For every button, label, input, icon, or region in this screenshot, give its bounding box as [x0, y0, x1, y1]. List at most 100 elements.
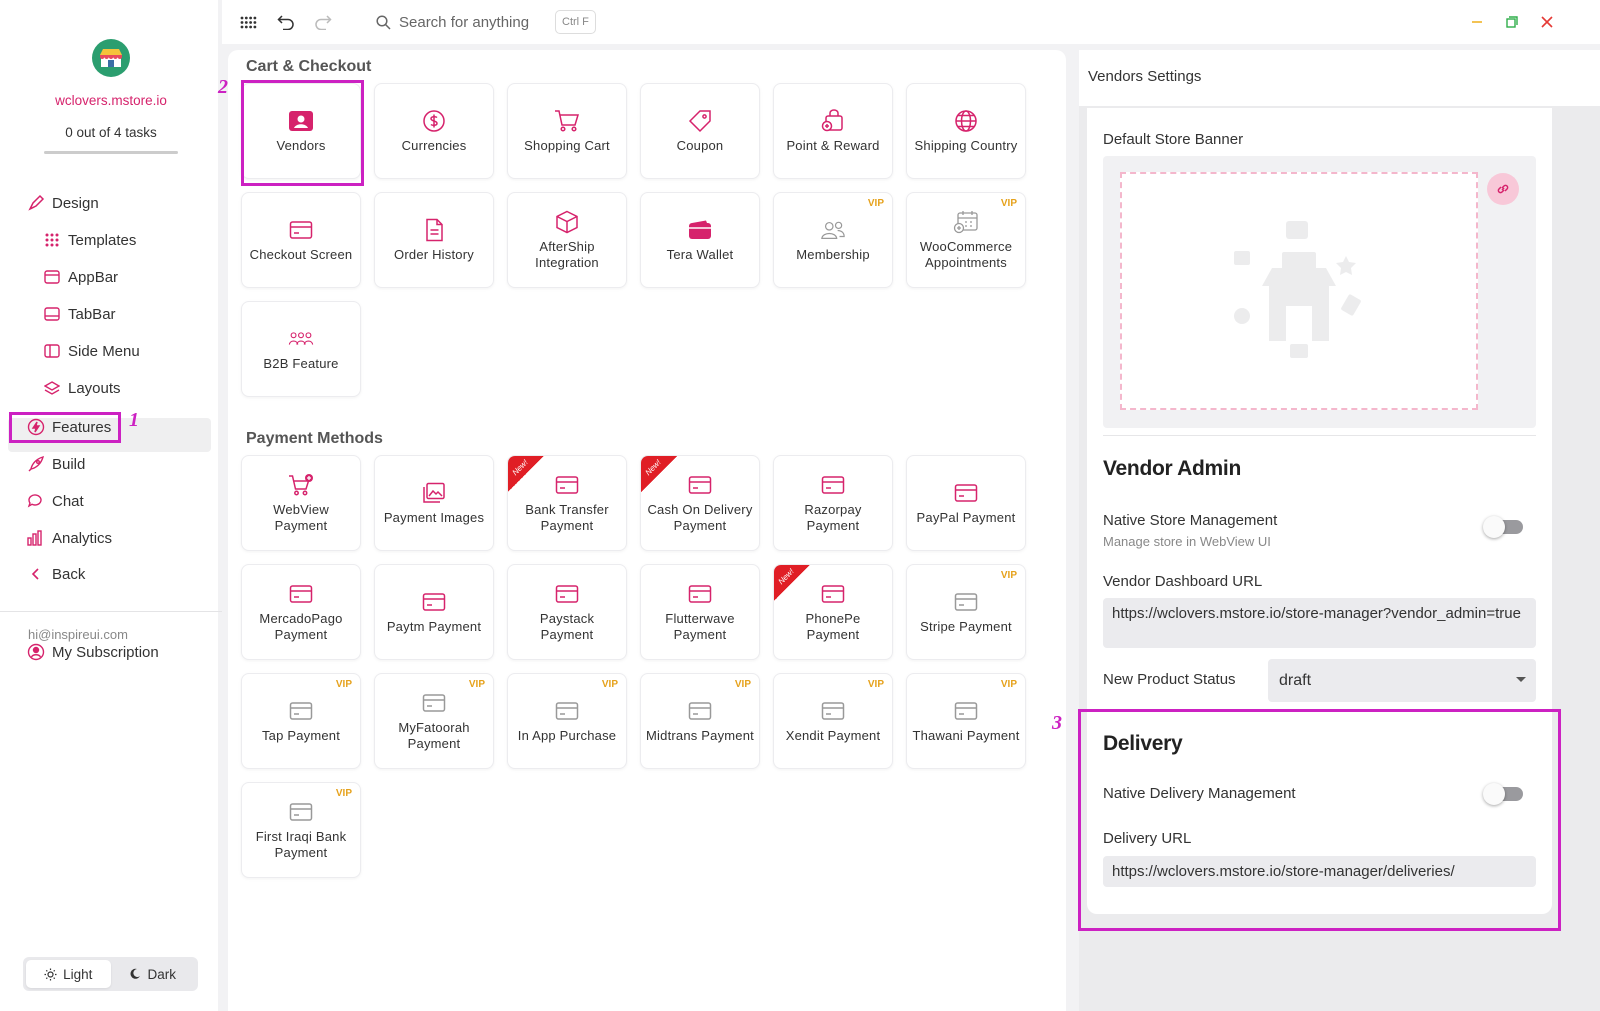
- feature-card-label: First Iraqi Bank Payment: [255, 829, 347, 860]
- feature-card-xendit-payment[interactable]: VIP Xendit Payment: [773, 673, 893, 769]
- feature-card-payment-images[interactable]: Payment Images: [374, 455, 494, 551]
- feature-card-woocommerce-appointments[interactable]: VIP WooCommerce Appointments: [906, 192, 1026, 288]
- nav-layouts[interactable]: Layouts: [42, 374, 121, 402]
- feature-card-currencies[interactable]: Currencies: [374, 83, 494, 179]
- feature-card-b2b-feature[interactable]: B2B Feature: [241, 301, 361, 397]
- feature-card-tap-payment[interactable]: VIP Tap Payment: [241, 673, 361, 769]
- feature-card-paypal-payment[interactable]: PayPal Payment: [906, 455, 1026, 551]
- chat-icon: [26, 491, 46, 511]
- card-icon: [421, 589, 447, 615]
- feature-card-thawani-payment[interactable]: VIP Thawani Payment: [906, 673, 1026, 769]
- feature-card-paystack-payment[interactable]: Paystack Payment: [507, 564, 627, 660]
- feature-card-webview-payment[interactable]: WebView Payment: [241, 455, 361, 551]
- feature-card-point-reward[interactable]: Point & Reward: [773, 83, 893, 179]
- new-product-status-select[interactable]: draft: [1268, 659, 1536, 702]
- nav-side-menu[interactable]: Side Menu: [42, 337, 140, 365]
- vendor-dashboard-url-field[interactable]: https://wclovers.mstore.io/store-manager…: [1103, 598, 1536, 648]
- redo-button[interactable]: [312, 11, 334, 33]
- feature-card-mercadopago-payment[interactable]: MercadoPago Payment: [241, 564, 361, 660]
- feature-card-membership[interactable]: VIP Membership: [773, 192, 893, 288]
- card-icon: [953, 480, 979, 506]
- vip-badge: VIP: [468, 679, 485, 690]
- feature-card-tera-wallet[interactable]: Tera Wallet: [640, 192, 760, 288]
- feature-card-bank-transfer-payment[interactable]: New! Bank Transfer Payment: [507, 455, 627, 551]
- redo-icon: [315, 15, 332, 30]
- card-icon: [288, 581, 314, 607]
- native-delivery-management-toggle[interactable]: [1483, 783, 1523, 805]
- native-store-management-label: Native Store Management: [1103, 512, 1278, 529]
- feature-card-shipping-country[interactable]: Shipping Country: [906, 83, 1026, 179]
- feature-card-shopping-cart[interactable]: Shopping Cart: [507, 83, 627, 179]
- delivery-url-field[interactable]: https://wclovers.mstore.io/store-manager…: [1103, 856, 1536, 887]
- tag-icon: [687, 108, 713, 134]
- card-icon: [421, 690, 447, 716]
- banner-link-button[interactable]: [1487, 173, 1519, 205]
- feature-card-label: B2B Feature: [263, 356, 339, 371]
- feature-card-label: Point & Reward: [786, 138, 880, 153]
- feature-card-label: PayPal Payment: [916, 510, 1016, 525]
- nav-design[interactable]: Design: [26, 189, 99, 217]
- feature-card-in-app-purchase[interactable]: VIP In App Purchase: [507, 673, 627, 769]
- apps-menu-button[interactable]: [237, 11, 259, 33]
- store-name[interactable]: wclovers.mstore.io: [0, 93, 222, 108]
- currency-icon: [421, 108, 447, 134]
- feature-card-stripe-payment[interactable]: VIP Stripe Payment: [906, 564, 1026, 660]
- banner-upload-area[interactable]: [1120, 172, 1478, 410]
- card-icon: [554, 472, 580, 498]
- nav-tabbar[interactable]: TabBar: [42, 300, 116, 328]
- feature-card-label: Tera Wallet: [666, 247, 734, 262]
- feature-card-vendors[interactable]: Vendors: [241, 83, 361, 179]
- nav-templates[interactable]: Templates: [42, 226, 136, 254]
- theme-light-option[interactable]: Light: [26, 960, 111, 988]
- feature-card-coupon[interactable]: Coupon: [640, 83, 760, 179]
- theme-light-label: Light: [63, 966, 93, 982]
- feature-card-checkout-screen[interactable]: Checkout Screen: [241, 192, 361, 288]
- feature-card-midtrans-payment[interactable]: VIP Midtrans Payment: [640, 673, 760, 769]
- nav-my-subscription[interactable]: My Subscription: [26, 638, 159, 666]
- feature-card-label: Paystack Payment: [539, 611, 595, 642]
- feature-card-label: Stripe Payment: [920, 619, 1012, 634]
- search-shortcut-badge: Ctrl F: [555, 10, 596, 34]
- maximize-button[interactable]: [1501, 11, 1523, 33]
- nav-build[interactable]: Build: [26, 450, 85, 478]
- nav-layouts-label: Layouts: [68, 379, 121, 397]
- images-icon: [421, 480, 447, 506]
- sidebar-divider: [0, 611, 222, 612]
- nav-analytics[interactable]: Analytics: [26, 524, 112, 552]
- rocket-icon: [26, 454, 46, 474]
- annotation-number-3: 3: [1052, 712, 1062, 734]
- nav-appbar[interactable]: AppBar: [42, 263, 118, 291]
- nav-back[interactable]: Back: [26, 560, 85, 588]
- feature-card-flutterwave-payment[interactable]: Flutterwave Payment: [640, 564, 760, 660]
- feature-card-cash-on-delivery-payment[interactable]: New! Cash On Delivery Payment: [640, 455, 760, 551]
- feature-card-phonepe-payment[interactable]: New! PhonePe Payment: [773, 564, 893, 660]
- store-logo: [92, 39, 130, 77]
- undo-icon: [277, 15, 294, 30]
- cart-plus-icon: [288, 472, 314, 498]
- tasks-count[interactable]: 0 out of 4 tasks: [0, 125, 222, 140]
- nav-my-subscription-label: My Subscription: [52, 643, 159, 661]
- feature-card-label: AfterShip Integration: [535, 239, 599, 270]
- card-icon: [687, 581, 713, 607]
- feature-card-label: Payment Images: [383, 510, 485, 525]
- undo-button[interactable]: [275, 11, 297, 33]
- theme-dark-option[interactable]: Dark: [111, 960, 196, 988]
- feature-card-label: Xendit Payment: [785, 728, 881, 743]
- minimize-icon: [1472, 21, 1482, 23]
- feature-card-myfatoorah-payment[interactable]: VIP MyFatoorah Payment: [374, 673, 494, 769]
- feature-card-label: Shipping Country: [914, 138, 1018, 153]
- feature-card-razorpay-payment[interactable]: Razorpay Payment: [773, 455, 893, 551]
- feature-card-first-iraqi-bank-payment[interactable]: VIP First Iraqi Bank Payment: [241, 782, 361, 878]
- card-icon: [554, 698, 580, 724]
- feature-card-aftership-integration[interactable]: AfterShip Integration: [507, 192, 627, 288]
- analytics-icon: [26, 528, 46, 548]
- minimize-button[interactable]: [1466, 11, 1488, 33]
- theme-dark-label: Dark: [147, 966, 176, 982]
- feature-card-order-history[interactable]: Order History: [374, 192, 494, 288]
- feature-card-paytm-payment[interactable]: Paytm Payment: [374, 564, 494, 660]
- nav-features[interactable]: Features: [26, 413, 111, 441]
- theme-toggle: Light Dark: [23, 957, 198, 991]
- native-store-management-toggle[interactable]: [1483, 516, 1523, 538]
- close-button[interactable]: [1536, 11, 1558, 33]
- nav-chat[interactable]: Chat: [26, 487, 84, 515]
